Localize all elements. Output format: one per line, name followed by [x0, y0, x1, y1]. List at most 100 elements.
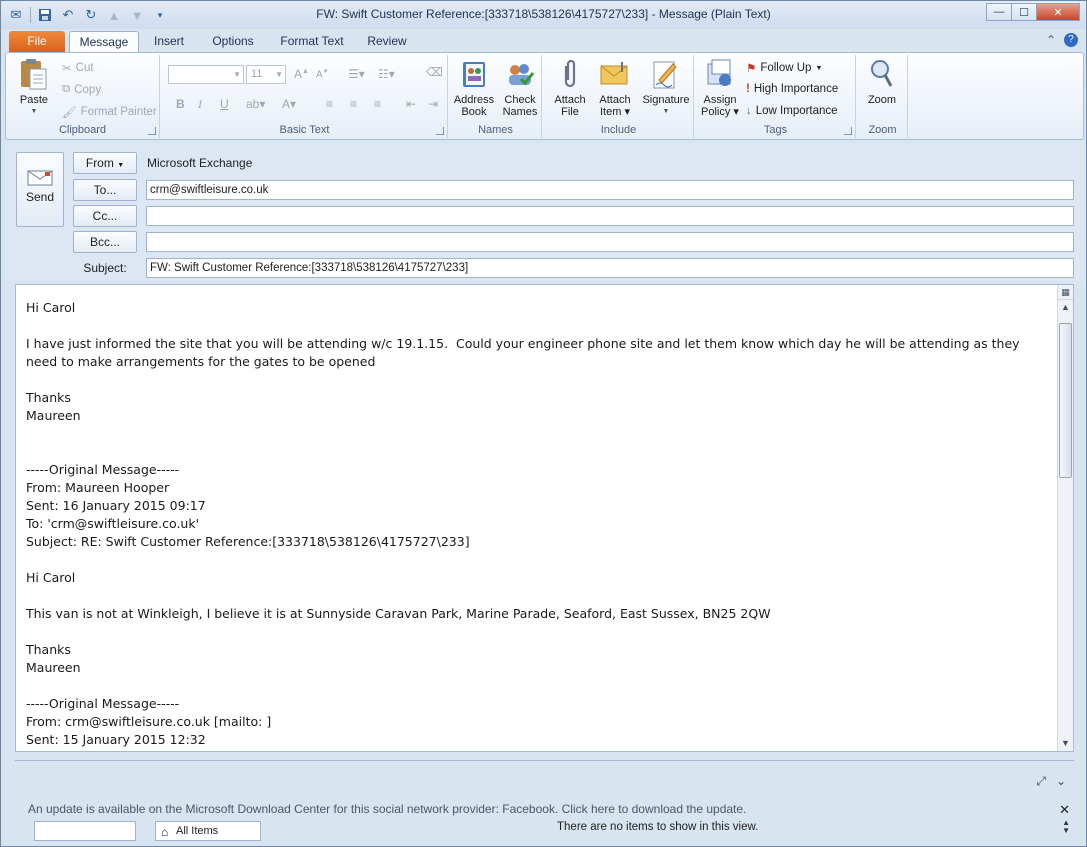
- body-line: Sent: 16 January 2015 09:17: [26, 498, 206, 513]
- tab-review[interactable]: Review: [363, 31, 411, 52]
- scroll-down-icon[interactable]: ▼: [1058, 736, 1073, 751]
- help-icon[interactable]: ?: [1064, 33, 1078, 47]
- cc-button[interactable]: Cc...: [73, 205, 137, 227]
- ribbon-help-controls: ⌃ ?: [1046, 33, 1078, 47]
- check-names-icon: [504, 57, 536, 91]
- increase-indent-icon[interactable]: ⇥: [428, 97, 438, 111]
- highlight-icon[interactable]: ab▾: [246, 97, 265, 111]
- close-notice-icon[interactable]: ✕: [1059, 802, 1070, 818]
- tab-options[interactable]: Options: [205, 31, 261, 52]
- attach-item-label-1: Attach: [599, 94, 631, 106]
- assign-policy-button[interactable]: Assign Policy ▾: [698, 57, 742, 118]
- body-line: Thanks: [26, 642, 71, 657]
- tab-file[interactable]: File: [9, 31, 65, 52]
- bcc-field[interactable]: [146, 232, 1074, 252]
- expand-pane-icon[interactable]: ⤢: [1036, 774, 1046, 789]
- zoom-button[interactable]: Zoom: [860, 57, 904, 106]
- bullets-icon[interactable]: ☰▾: [348, 67, 365, 81]
- align-right-icon[interactable]: ≡: [374, 97, 381, 111]
- body-line: To: 'crm@swiftleisure.co.uk': [26, 516, 200, 531]
- attach-file-button[interactable]: Attach File: [548, 57, 592, 118]
- align-center-icon[interactable]: ≡: [350, 97, 357, 111]
- group-label-basic-text: Basic Text: [279, 124, 330, 136]
- body-line: This van is not at Winkleigh, I believe …: [26, 606, 771, 621]
- font-color-icon[interactable]: A▾: [282, 97, 296, 111]
- high-importance-icon: !: [746, 83, 750, 95]
- group-tags: Assign Policy ▾ ⚑ Follow Up ▼ ! High Import…: [696, 55, 856, 138]
- people-pane-scroll-icon[interactable]: ▲ ▼: [1062, 819, 1070, 835]
- tags-launcher-icon[interactable]: [844, 127, 852, 135]
- bcc-button[interactable]: Bcc...: [73, 231, 137, 253]
- people-pane-divider[interactable]: [15, 760, 1074, 762]
- assign-policy-label-2: Policy: [701, 106, 731, 118]
- font-size-combo[interactable]: 11 ▼: [246, 65, 286, 84]
- signature-icon: [650, 57, 682, 91]
- body-line: -----Original Message-----: [26, 696, 180, 711]
- send-label: Send: [25, 190, 55, 204]
- address-book-button[interactable]: Address Book: [452, 57, 496, 118]
- brush-icon: 🖌: [62, 107, 77, 119]
- subject-field[interactable]: FW: Swift Customer Reference:[333718\538…: [146, 258, 1074, 278]
- from-button[interactable]: From ▼: [73, 152, 137, 174]
- attach-item-button[interactable]: Attach Item ▾: [592, 57, 638, 118]
- paste-icon: [18, 57, 50, 91]
- address-book-label-1: Address: [453, 94, 495, 106]
- body-scrollbar[interactable]: ▦ ▲ ▼: [1057, 285, 1073, 751]
- maximize-button[interactable]: ☐: [1011, 3, 1037, 21]
- bold-icon[interactable]: B: [176, 97, 185, 111]
- italic-icon[interactable]: I: [198, 97, 202, 112]
- cut-button[interactable]: ✂ Cut: [62, 61, 94, 75]
- to-button[interactable]: To...: [73, 179, 137, 201]
- people-pane-filter-label: All Items: [176, 825, 219, 837]
- body-line: Subject: RE: Swift Customer Reference:[3…: [26, 534, 470, 549]
- follow-up-label: Follow Up: [760, 62, 812, 74]
- group-label-tags: Tags: [763, 124, 788, 136]
- to-field[interactable]: crm@swiftleisure.co.uk: [146, 180, 1074, 200]
- body-line: [26, 587, 1046, 605]
- cc-field[interactable]: [146, 206, 1074, 226]
- body-line: Maureen: [26, 660, 81, 675]
- format-painter-label: Format Painter: [80, 106, 157, 118]
- clipboard-launcher-icon[interactable]: [148, 127, 156, 135]
- underline-icon[interactable]: U: [220, 97, 229, 111]
- tab-format-text[interactable]: Format Text: [275, 31, 349, 52]
- format-painter-button[interactable]: 🖌 Format Painter: [62, 105, 157, 119]
- numbering-icon[interactable]: ☷▾: [378, 67, 395, 81]
- people-pane-filter[interactable]: ⌂ All Items: [155, 821, 261, 841]
- window-controls: — ☐ ✕: [986, 3, 1080, 21]
- signature-label: Signature: [642, 94, 690, 106]
- paste-button[interactable]: Paste ▼: [12, 57, 56, 118]
- clear-formatting-icon[interactable]: ⌫: [426, 65, 443, 79]
- group-label-clipboard: Clipboard: [58, 124, 107, 136]
- minimize-button[interactable]: —: [986, 3, 1012, 21]
- signature-button[interactable]: Signature ▼: [638, 57, 694, 118]
- attach-item-label-2: Item: [600, 106, 622, 118]
- assign-policy-label-1: Assign: [703, 94, 737, 106]
- copy-button[interactable]: ⧉ Copy: [62, 83, 101, 96]
- attach-file-label-1: Attach: [554, 94, 586, 106]
- update-notice[interactable]: An update is available on the Microsoft …: [28, 802, 746, 816]
- align-left-icon[interactable]: ≡: [326, 97, 333, 111]
- send-button[interactable]: Send: [16, 152, 64, 227]
- collapse-ribbon-icon[interactable]: ⌃: [1046, 33, 1056, 47]
- message-body[interactable]: Hi Carol I have just informed the site t…: [15, 284, 1074, 752]
- group-include: Attach File Attach Item ▾ Signature ▼ In…: [544, 55, 694, 138]
- decrease-indent-icon[interactable]: ⇤: [406, 97, 416, 111]
- scroll-thumb[interactable]: [1059, 323, 1072, 478]
- message-body-text[interactable]: Hi Carol I have just informed the site t…: [26, 299, 1046, 749]
- close-button[interactable]: ✕: [1036, 3, 1080, 21]
- grow-font-icon[interactable]: A▲: [294, 67, 309, 81]
- shrink-font-icon[interactable]: A▼: [316, 69, 329, 80]
- follow-up-button[interactable]: ⚑ Follow Up ▼: [746, 61, 822, 75]
- collapse-pane-icon[interactable]: ⌄: [1056, 774, 1066, 789]
- tab-message[interactable]: Message: [69, 31, 139, 52]
- ruler-toggle-icon[interactable]: ▦: [1058, 285, 1073, 300]
- tab-insert[interactable]: Insert: [147, 31, 191, 52]
- scroll-up-icon[interactable]: ▲: [1058, 300, 1073, 315]
- high-importance-button[interactable]: ! High Importance: [746, 83, 838, 95]
- low-importance-button[interactable]: ↓ Low Importance: [746, 105, 838, 117]
- basic-text-launcher-icon[interactable]: [436, 127, 444, 135]
- font-name-combo[interactable]: ▼: [168, 65, 244, 84]
- body-line: [26, 623, 1046, 641]
- check-names-button[interactable]: Check Names: [498, 57, 542, 118]
